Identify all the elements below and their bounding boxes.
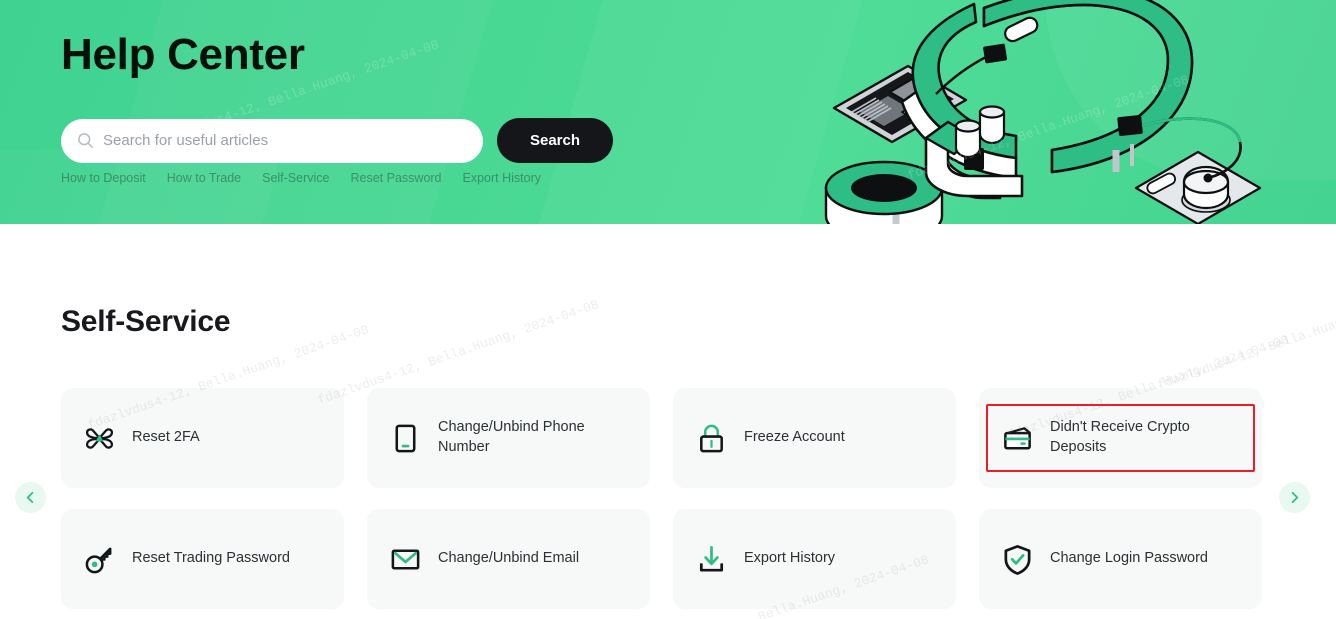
card-label: Freeze Account [744, 429, 845, 446]
chevron-left-icon [26, 491, 34, 504]
shield-check-icon [1004, 544, 1031, 575]
search-button[interactable]: Search [497, 118, 613, 163]
search-icon [78, 133, 94, 149]
card-reset-trading-password[interactable]: Reset Trading Password [61, 509, 344, 609]
key-icon [85, 547, 112, 573]
search-input[interactable] [103, 132, 467, 149]
download-icon [699, 545, 724, 572]
watermark: fdazlvdus4-12, Bella.Huang, 2024-04-08 [1155, 282, 1336, 393]
card-wallet-icon [1004, 426, 1031, 449]
search-row: Search [61, 118, 613, 163]
card-change-unbind-email[interactable]: Change/Unbind Email [367, 509, 650, 609]
quick-link-how-to-trade[interactable]: How to Trade [167, 171, 241, 185]
card-label: Didn't Receive Crypto Deposits [1050, 419, 1190, 455]
card-change-login-password[interactable]: Change Login Password [979, 509, 1262, 609]
card-reset-2fa[interactable]: Reset 2FA [61, 388, 344, 488]
card-label: Change/Unbind Email [438, 550, 580, 567]
quick-links: How to Deposit How to Trade Self-Service… [61, 171, 541, 185]
carousel-next-button[interactable] [1279, 482, 1310, 513]
quick-link-reset-password[interactable]: Reset Password [351, 171, 442, 185]
carousel-prev-button[interactable] [15, 482, 46, 513]
card-label: Reset Trading Password [132, 550, 290, 567]
quick-link-self-service[interactable]: Self-Service [262, 171, 329, 185]
card-label: Change Login Password [1050, 550, 1208, 567]
chevron-right-icon [1291, 491, 1299, 504]
hero-banner: Help Center Search How to Deposit How to… [0, 0, 1336, 224]
card-freeze-account[interactable]: Freeze Account [673, 388, 956, 488]
lock-icon [700, 424, 723, 452]
card-label: Change/Unbind Phone Number [438, 419, 585, 455]
self-service-card-grid: Reset 2FA Change/Unbind Phone Number Fre… [61, 388, 1262, 609]
flower-2fa-icon [86, 427, 113, 449]
card-didnt-receive-crypto-deposits[interactable]: Didn't Receive Crypto Deposits [979, 388, 1262, 488]
phone-icon [395, 424, 416, 452]
card-label: Reset 2FA [132, 429, 200, 446]
quick-link-how-to-deposit[interactable]: How to Deposit [61, 171, 146, 185]
search-box[interactable] [61, 118, 483, 163]
hero-illustration [824, 0, 1262, 224]
section-title-self-service: Self-Service [61, 305, 231, 338]
envelope-icon [391, 549, 420, 569]
page-title: Help Center [61, 30, 305, 79]
help-center-page: Help Center Search How to Deposit How to… [0, 0, 1336, 619]
card-label: Export History [744, 550, 836, 567]
card-export-history[interactable]: Export History [673, 509, 956, 609]
quick-link-export-history[interactable]: Export History [463, 171, 542, 185]
card-change-unbind-phone-number[interactable]: Change/Unbind Phone Number [367, 388, 650, 488]
